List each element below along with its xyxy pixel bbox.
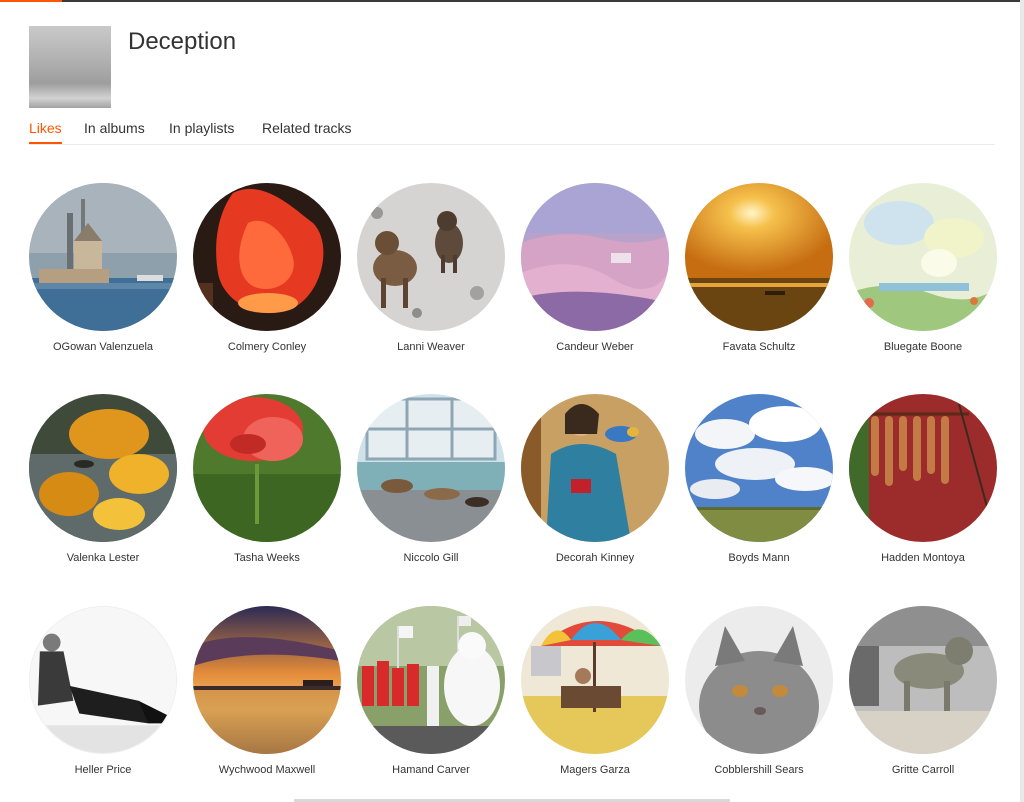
user-name[interactable]: Decorah Kinney [521, 552, 669, 564]
user-name[interactable]: Wychwood Maxwell [193, 764, 341, 776]
woman-with-bird-painting-image [521, 394, 669, 542]
user-name[interactable]: Lanni Weaver [357, 341, 505, 353]
grey-kitten-image [685, 606, 833, 754]
avatar[interactable] [685, 606, 833, 754]
user-name[interactable]: Gritte Carroll [849, 764, 997, 776]
user-card[interactable]: Valenka Lester [29, 394, 177, 564]
red-flower-image [193, 394, 341, 542]
user-name[interactable]: Magers Garza [521, 764, 669, 776]
tab-related-tracks[interactable]: Related tracks [262, 120, 351, 142]
user-name[interactable]: Hadden Montoya [849, 552, 997, 564]
user-card[interactable]: Hadden Montoya [849, 394, 997, 564]
user-card[interactable]: Candeur Weber [521, 183, 669, 353]
track-artwork[interactable] [29, 26, 111, 108]
user-name[interactable]: Valenka Lester [29, 552, 177, 564]
user-card[interactable]: Magers Garza [521, 606, 669, 776]
pink-frosted-forest-image [521, 183, 669, 331]
user-name[interactable]: OGowan Valenzuela [29, 341, 177, 353]
top-divider [0, 0, 1024, 2]
puppies-in-snow-image [357, 183, 505, 331]
user-card[interactable]: Wychwood Maxwell [193, 606, 341, 776]
avatar[interactable] [357, 183, 505, 331]
user-name[interactable]: Favata Schultz [685, 341, 833, 353]
watercolor-flowers-image [849, 183, 997, 331]
user-name[interactable]: Boyds Mann [685, 552, 833, 564]
avatar[interactable] [521, 183, 669, 331]
top-accent-bar [0, 0, 62, 2]
user-name[interactable]: Candeur Weber [521, 341, 669, 353]
user-card[interactable]: OGowan Valenzuela [29, 183, 177, 353]
autumn-leaves-pond-image [29, 394, 177, 542]
user-card[interactable]: Favata Schultz [685, 183, 833, 353]
tab-in-albums[interactable]: In albums [84, 120, 145, 142]
user-name[interactable]: Niccolo Gill [357, 552, 505, 564]
woman-sitting-bw-image [30, 607, 176, 753]
avatar[interactable] [849, 183, 997, 331]
tab-bar: Likes In albums In playlists Related tra… [29, 120, 995, 145]
avatar[interactable] [849, 394, 997, 542]
clouds-over-field-image [685, 394, 833, 542]
user-card[interactable]: Hamand Carver [357, 606, 505, 776]
avatar[interactable] [521, 394, 669, 542]
avatar[interactable] [849, 606, 997, 754]
avatar[interactable] [685, 183, 833, 331]
avatar[interactable] [357, 606, 505, 754]
user-card[interactable]: Cobblershill Sears [685, 606, 833, 776]
tab-likes[interactable]: Likes [29, 120, 62, 144]
avatar[interactable] [193, 606, 341, 754]
parade-polar-bear-image [357, 606, 505, 754]
umbrella-beach-chair-image [521, 606, 669, 754]
user-card[interactable]: Decorah Kinney [521, 394, 669, 564]
user-name[interactable]: Colmery Conley [193, 341, 341, 353]
tabby-cat-image [849, 606, 997, 754]
avatar[interactable] [685, 394, 833, 542]
page: Deception Likes In albums In playlists R… [0, 0, 1024, 802]
sunset-over-sea-image [685, 183, 833, 331]
user-card[interactable]: Colmery Conley [193, 183, 341, 353]
avatar[interactable] [29, 606, 177, 754]
sunset-lake-image [193, 606, 341, 754]
user-card[interactable]: Boyds Mann [685, 394, 833, 564]
user-name[interactable]: Hamand Carver [357, 764, 505, 776]
avatar[interactable] [357, 394, 505, 542]
avatar[interactable] [29, 183, 177, 331]
cats-on-roof-image [357, 394, 505, 542]
user-name[interactable]: Bluegate Boone [849, 341, 997, 353]
avatar[interactable] [193, 183, 341, 331]
lighthouse-harbor-image [29, 183, 177, 331]
user-card[interactable]: Gritte Carroll [849, 606, 997, 776]
avatar[interactable] [29, 394, 177, 542]
scrollbar-track[interactable] [1020, 0, 1024, 802]
avatar[interactable] [521, 606, 669, 754]
user-name[interactable]: Cobblershill Sears [685, 764, 833, 776]
tab-in-playlists[interactable]: In playlists [169, 120, 234, 142]
track-title[interactable]: Deception [128, 28, 236, 56]
user-card[interactable]: Tasha Weeks [193, 394, 341, 564]
avatar[interactable] [193, 394, 341, 542]
user-name[interactable]: Tasha Weeks [193, 552, 341, 564]
user-card[interactable]: Bluegate Boone [849, 183, 997, 353]
user-card[interactable]: Heller Price [29, 606, 177, 776]
user-card[interactable]: Lanni Weaver [357, 183, 505, 353]
hanging-dried-fish-image [849, 394, 997, 542]
red-ice-sculpture-image [193, 183, 341, 331]
user-card[interactable]: Niccolo Gill [357, 394, 505, 564]
user-name[interactable]: Heller Price [29, 764, 177, 776]
